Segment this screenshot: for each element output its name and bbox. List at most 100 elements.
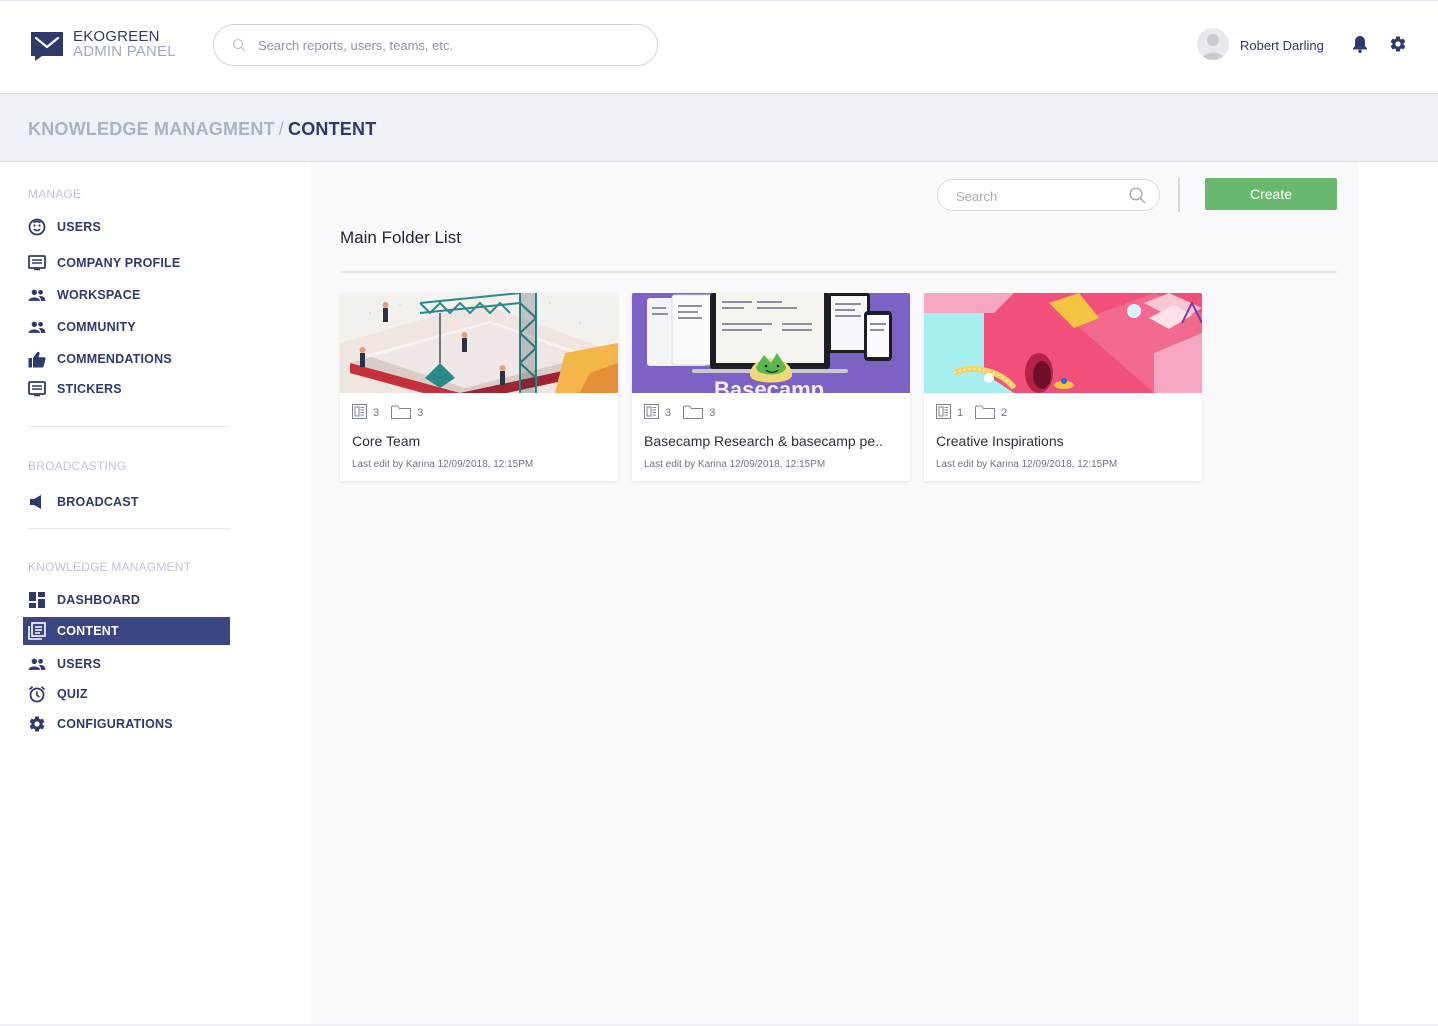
sticker-icon (28, 380, 46, 398)
folder-card-basecamp[interactable]: Basecamp 3 3 Basecamp Research & basecam… (632, 293, 910, 481)
page-title: Main Folder List (340, 228, 461, 247)
document-count: 3 (352, 404, 379, 422)
breadcrumb-current: CONTENT (288, 119, 377, 139)
user-name[interactable]: Robert Darling (1240, 38, 1324, 53)
section-title-manage: MANAGE (28, 187, 82, 201)
search-icon (232, 38, 246, 57)
sidebar-item-label: USERS (57, 220, 102, 234)
sidebar-item-label: WORKSPACE (57, 288, 141, 302)
folder-icon (391, 405, 412, 422)
sidebar-item-workspace[interactable]: WORKSPACE (23, 281, 230, 309)
folder-last-edit: Last edit by Karina 12/09/2018, 12:15PM (936, 459, 1118, 470)
folder-stats: 3 3 (644, 404, 727, 422)
dashboard-icon (28, 591, 46, 609)
sidebar-item-quiz[interactable]: QUIZ (23, 680, 230, 708)
profile-card-icon (28, 254, 46, 272)
folder-stats: 3 3 (352, 404, 435, 422)
sidebar-item-content[interactable]: CONTENT (23, 617, 230, 645)
folder-icon (683, 405, 704, 422)
folder-card-core-team[interactable]: 3 3 Core Team Last edit by Karina 12/09/… (340, 293, 618, 481)
sidebar-item-community[interactable]: COMMUNITY (23, 313, 230, 341)
gear-icon (28, 715, 46, 733)
search-icon[interactable] (1129, 187, 1146, 209)
folder-title[interactable]: Creative Inspirations (936, 433, 1064, 449)
sidebar-item-label: CONTENT (57, 624, 119, 638)
right-gutter (1359, 162, 1438, 1026)
main-content: Create Main Folder List (310, 162, 1359, 1026)
subfolder-count-value: 3 (417, 407, 424, 419)
sidebar-item-commendations[interactable]: COMMENDATIONS (23, 345, 230, 373)
envelope-logo-icon[interactable] (30, 30, 64, 62)
section-title-knowledge: KNOWLEDGE MANAGMENT (28, 560, 192, 574)
sidebar-divider (27, 528, 230, 529)
toolbar-divider (1178, 178, 1180, 212)
breadcrumb-bar: KNOWLEDGE MANAGMENT / CONTENT (0, 93, 1438, 162)
brand-line-2: ADMIN PANEL (73, 43, 176, 60)
sidebar-item-label: USERS (57, 657, 102, 671)
title-divider (340, 271, 1337, 273)
folder-last-edit: Last edit by Karina 12/09/2018, 12:15PM (644, 459, 826, 470)
section-title-broadcasting: BROADCASTING (28, 459, 127, 473)
document-icon (644, 404, 659, 422)
bell-icon[interactable] (1352, 35, 1368, 58)
folder-title[interactable]: Basecamp Research & basecamp pe.. (644, 433, 883, 449)
folder-search[interactable] (937, 179, 1160, 211)
document-icon (352, 404, 367, 422)
people-icon (28, 318, 46, 336)
breadcrumb-separator: / (278, 119, 284, 139)
global-search-input[interactable] (258, 35, 638, 55)
top-bar: EKOGREEN ADMIN PANEL Robert Darling (0, 0, 1438, 93)
megaphone-icon (28, 493, 46, 511)
construction-thumbnail (340, 293, 618, 393)
sidebar-item-label: COMMUNITY (57, 320, 136, 334)
document-icon (936, 404, 951, 422)
folder-stats: 1 2 (936, 404, 1019, 422)
user-avatar[interactable] (1197, 28, 1229, 60)
sidebar: MANAGE USERS COMPANY PROFILE WORKSPACE C… (0, 162, 310, 1026)
sidebar-item-label: QUIZ (57, 687, 88, 701)
basecamp-logo-text: Basecamp (714, 377, 825, 394)
sidebar-item-company-profile[interactable]: COMPANY PROFILE (23, 249, 230, 277)
sidebar-item-label: CONFIGURATIONS (57, 717, 173, 731)
folder-title[interactable]: Core Team (352, 433, 420, 449)
document-count-value: 3 (373, 407, 380, 419)
subfolder-count-value: 3 (709, 407, 716, 419)
folder-last-edit: Last edit by Karina 12/09/2018, 12:15PM (352, 459, 534, 470)
folder-card-creative-inspirations[interactable]: 1 2 Creative Inspirations Last edit by K… (924, 293, 1202, 481)
subfolder-count-value: 2 (1001, 407, 1008, 419)
subfolder-count: 3 (683, 405, 715, 422)
document-count: 3 (644, 404, 671, 422)
sidebar-item-label: STICKERS (57, 382, 122, 396)
brand-name: EKOGREEN ADMIN PANEL (73, 29, 176, 59)
sidebar-item-broadcast[interactable]: BROADCAST (23, 488, 230, 516)
sidebar-divider (27, 426, 230, 427)
thumbs-up-icon (28, 350, 46, 368)
global-search[interactable] (213, 24, 658, 66)
subfolder-count: 3 (391, 405, 423, 422)
smiley-icon (28, 218, 46, 236)
folder-search-input[interactable] (956, 187, 1116, 205)
sidebar-item-users[interactable]: USERS (23, 213, 230, 241)
basecamp-thumbnail: Basecamp (632, 293, 910, 393)
sidebar-item-label: DASHBOARD (57, 593, 141, 607)
sidebar-item-dashboard[interactable]: DASHBOARD (23, 586, 230, 614)
sidebar-item-stickers[interactable]: STICKERS (23, 375, 230, 403)
sidebar-item-configurations[interactable]: CONFIGURATIONS (23, 710, 230, 738)
document-count-value: 1 (957, 407, 964, 419)
document-count-value: 3 (665, 407, 672, 419)
create-button[interactable]: Create (1205, 178, 1337, 210)
breadcrumb-parent[interactable]: KNOWLEDGE MANAGMENT (28, 119, 275, 139)
sidebar-item-km-users[interactable]: USERS (23, 650, 230, 678)
settings-gear-icon[interactable] (1389, 35, 1407, 58)
sidebar-item-label: COMPANY PROFILE (57, 256, 181, 270)
subfolder-count: 2 (975, 405, 1007, 422)
breadcrumb: KNOWLEDGE MANAGMENT / CONTENT (28, 119, 376, 140)
pink-isometric-thumbnail (924, 293, 1202, 393)
sidebar-item-label: COMMENDATIONS (57, 352, 172, 366)
people-icon (28, 286, 46, 304)
people-icon (28, 655, 46, 673)
document-count: 1 (936, 404, 963, 422)
alarm-clock-icon (28, 685, 46, 703)
brand-line-1: EKOGREEN (73, 28, 160, 45)
content-icon (28, 622, 46, 640)
